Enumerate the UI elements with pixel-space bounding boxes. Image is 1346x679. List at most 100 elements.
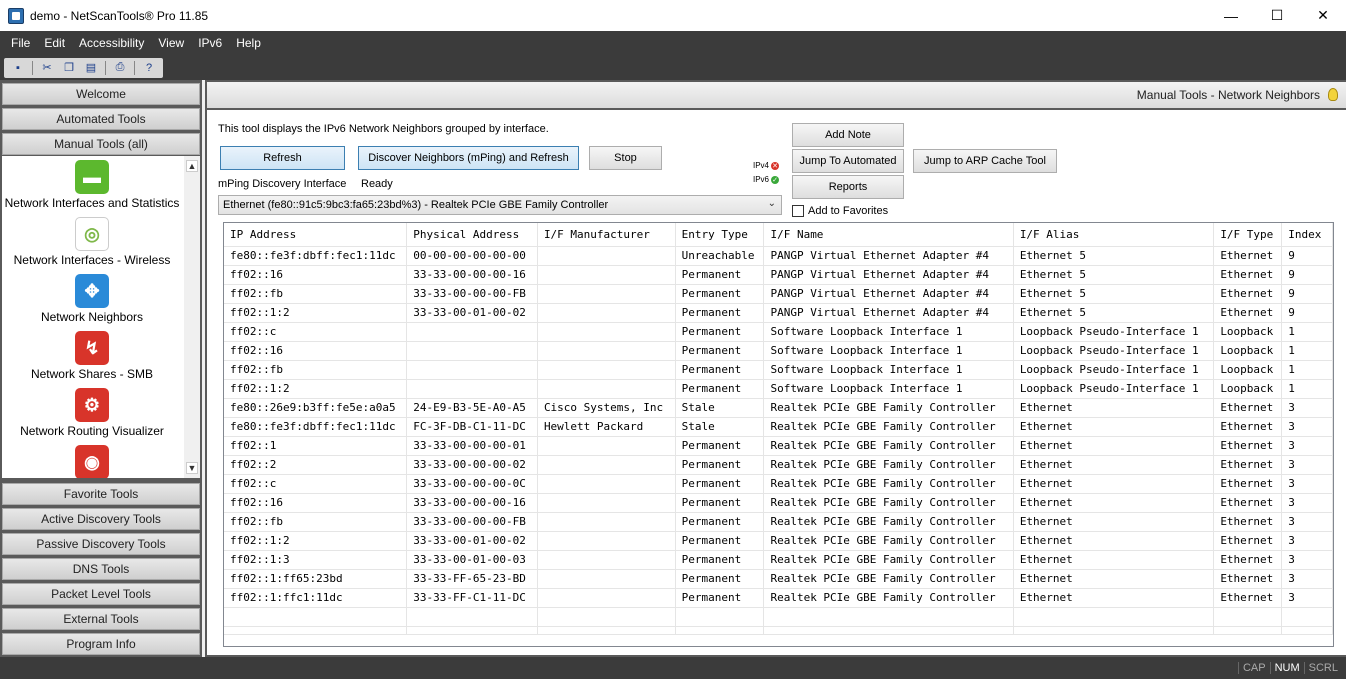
menu-ipv6[interactable]: IPv6 — [191, 36, 229, 50]
discover-neighbors-button[interactable]: Discover Neighbors (mPing) and Refresh — [358, 146, 579, 170]
table-cell: Loopback Pseudo-Interface 1 — [1013, 341, 1215, 361]
tool-next[interactable]: ◉ — [2, 445, 182, 478]
tool-network-neighbors[interactable]: ✥ Network Neighbors — [2, 274, 182, 324]
add-note-button[interactable]: Add Note — [792, 123, 904, 147]
menu-help[interactable]: Help — [229, 36, 268, 50]
column-header[interactable]: I/F Type — [1213, 223, 1283, 247]
nav-active-discovery-tools[interactable]: Active Discovery Tools — [2, 508, 200, 530]
nav-packet-level-tools[interactable]: Packet Level Tools — [2, 583, 200, 605]
table-row[interactable]: ff02::1:ffc1:11dc 33-33-FF-C1-11-DC Perman… — [224, 588, 1333, 608]
table-cell — [406, 379, 538, 399]
column-header[interactable]: IP Address — [224, 223, 408, 247]
nav-automated-tools[interactable]: Automated Tools — [2, 108, 200, 130]
table-cell: Permanent — [675, 322, 765, 342]
table-row[interactable]: ff02::fb 33-33-00-00-00-FB Permanent PANGP … — [224, 284, 1333, 304]
table-cell — [537, 341, 676, 361]
nav-program-info[interactable]: Program Info — [2, 633, 200, 655]
table-row[interactable]: ff02::2 33-33-00-00-00-02 Permanent Realtek… — [224, 455, 1333, 475]
table-row[interactable]: ff02::16 33-33-00-00-00-16 Permanent PANGP … — [224, 265, 1333, 285]
menu-view[interactable]: View — [151, 36, 191, 50]
table-row[interactable]: fe80::fe3f:dbff:fec1:11dc FC-3F-DB-C1-11-… — [224, 417, 1333, 437]
close-button[interactable]: ✕ — [1300, 0, 1346, 31]
nav-external-tools[interactable]: External Tools — [2, 608, 200, 630]
table-cell: 33-33-00-00-00-02 — [406, 455, 538, 475]
cut-icon[interactable]: ✂ — [38, 60, 56, 76]
column-header[interactable]: Index — [1281, 223, 1333, 247]
stop-button[interactable]: Stop — [589, 146, 662, 170]
table-cell: 33-33-00-00-00-FB — [406, 512, 538, 532]
table-cell: Realtek PCIe GBE Family Controller — [763, 569, 1014, 589]
table-cell: Permanent — [675, 265, 765, 285]
table-cell: 33-33-00-00-00-01 — [406, 436, 538, 456]
nav-welcome[interactable]: Welcome — [2, 83, 200, 105]
tool-network-interfaces[interactable]: ▬ Network Interfaces and Statistics — [2, 160, 182, 210]
minimize-button[interactable]: — — [1208, 0, 1254, 31]
favorites-checkbox[interactable] — [792, 205, 804, 217]
tool-network-interfaces-wireless[interactable]: ◎ Network Interfaces - Wireless — [2, 217, 182, 267]
column-header[interactable]: I/F Manufacturer — [537, 223, 676, 247]
table-row[interactable]: ff02::1:3 33-33-00-01-00-03 Permanent Realt… — [224, 550, 1333, 570]
table-row[interactable]: ff02::fb Permanent Software Loopback Inter… — [224, 360, 1333, 380]
add-to-favorites[interactable]: Add to Favorites — [792, 205, 888, 217]
table-row[interactable]: ff02::c 33-33-00-00-00-0C Permanent Realtek… — [224, 474, 1333, 494]
table-row[interactable]: ff02::16 33-33-00-00-00-16 Permanent Realte… — [224, 493, 1333, 513]
column-header[interactable]: Entry Type — [675, 223, 765, 247]
table-cell: Permanent — [675, 341, 765, 361]
table-cell: Ethernet — [1213, 417, 1283, 437]
neighbors-table[interactable]: IP Address Physical Address I/F Manufact… — [223, 222, 1334, 647]
menu-file[interactable]: File — [4, 36, 37, 50]
table-row[interactable]: ff02::1:2 33-33-00-01-00-02 Permanent PANGP… — [224, 303, 1333, 323]
table-row[interactable]: fe80::fe3f:dbff:fec1:11dc 00-00-00-00-00-… — [224, 246, 1333, 266]
table-cell: ff02::1:2 — [224, 303, 408, 323]
scroll-down-icon[interactable]: ▼ — [186, 462, 198, 474]
table-row[interactable]: fe80::26e9:b3ff:fe5e:a0a5 24-E9-B3-5E-A0-… — [224, 398, 1333, 418]
maximize-button[interactable]: ☐ — [1254, 0, 1300, 31]
paste-icon[interactable]: ▤ — [82, 60, 100, 76]
menu-accessibility[interactable]: Accessibility — [72, 36, 151, 50]
nav-dns-tools[interactable]: DNS Tools — [2, 558, 200, 580]
tool-description: This tool displays the IPv6 Network Neig… — [218, 123, 549, 135]
tool-network-shares[interactable]: ↯ Network Shares - SMB — [2, 331, 182, 381]
jump-to-arp-cache-button[interactable]: Jump to ARP Cache Tool — [913, 149, 1057, 173]
table-cell: Realtek PCIe GBE Family Controller — [763, 436, 1014, 456]
copy-icon[interactable]: ❐ — [60, 60, 78, 76]
tool-network-routing-visualizer[interactable]: ⚙ Network Routing Visualizer — [2, 388, 182, 438]
table-cell — [537, 607, 676, 627]
table-cell — [406, 626, 538, 635]
table-cell: PANGP Virtual Ethernet Adapter #4 — [763, 284, 1014, 304]
refresh-button[interactable]: Refresh — [220, 146, 345, 170]
routing-icon: ⚙ — [75, 388, 109, 422]
interface-select[interactable]: Ethernet (fe80::91c5:9bc3:fa65:23bd%3) -… — [218, 195, 782, 215]
column-header[interactable]: I/F Name — [763, 223, 1014, 247]
tool-list-scrollbar[interactable]: ▲ ▼ — [184, 156, 200, 478]
table-row[interactable]: ff02::1:ff65:23bd 33-33-FF-65-23-BD Perman… — [224, 569, 1333, 589]
print-icon[interactable]: ⎙ — [111, 60, 129, 76]
table-cell: Ethernet — [1013, 588, 1215, 608]
jump-to-automated-button[interactable]: Jump To Automated — [792, 149, 904, 173]
reports-button[interactable]: Reports — [792, 175, 904, 199]
table-cell: PANGP Virtual Ethernet Adapter #4 — [763, 265, 1014, 285]
menu-edit[interactable]: Edit — [37, 36, 72, 50]
column-header[interactable]: Physical Address — [406, 223, 538, 247]
table-cell: Permanent — [675, 436, 765, 456]
table-row[interactable]: ff02::1 33-33-00-00-00-01 Permanent Realtek… — [224, 436, 1333, 456]
help-icon[interactable]: ? — [140, 60, 158, 76]
nav-passive-discovery-tools[interactable]: Passive Discovery Tools — [2, 533, 200, 555]
nav-manual-tools[interactable]: Manual Tools (all) — [2, 133, 200, 155]
toolbar: ▪ ✂ ❐ ▤ ⎙ ? — [0, 55, 1346, 80]
table-row[interactable]: ff02::fb 33-33-00-00-00-FB Permanent Realte… — [224, 512, 1333, 532]
table-row[interactable]: ff02::16 Permanent Software Loopback Inter… — [224, 341, 1333, 361]
tool-label: Network Neighbors — [40, 310, 144, 324]
lightbulb-icon[interactable] — [1328, 88, 1338, 101]
table-cell: 1 — [1281, 322, 1333, 342]
table-cell: 3 — [1281, 550, 1333, 570]
table-row[interactable]: ff02::1:2 Permanent Software Loopback Inte… — [224, 379, 1333, 399]
save-icon[interactable]: ▪ — [9, 60, 27, 76]
scroll-up-icon[interactable]: ▲ — [186, 160, 198, 172]
table-cell: fe80::fe3f:dbff:fec1:11dc — [224, 246, 408, 266]
table-row[interactable]: ff02::c Permanent Software Loopback Interf… — [224, 322, 1333, 342]
table-cell: 3 — [1281, 493, 1333, 513]
table-row[interactable]: ff02::1:2 33-33-00-01-00-02 Permanent Realt… — [224, 531, 1333, 551]
nav-favorite-tools[interactable]: Favorite Tools — [2, 483, 200, 505]
column-header[interactable]: I/F Alias — [1013, 223, 1215, 247]
